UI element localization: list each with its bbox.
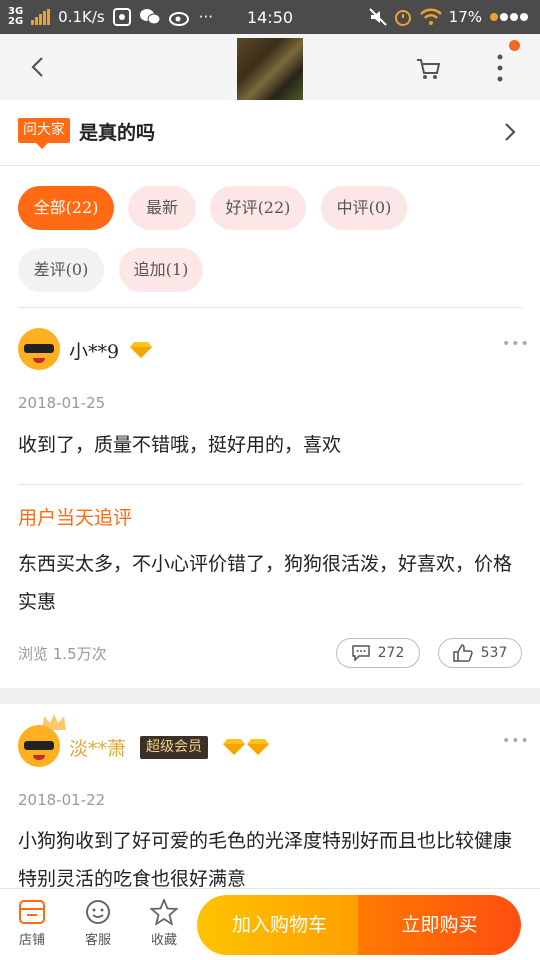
avatar[interactable] — [18, 328, 60, 370]
add-to-cart-button[interactable]: 加入购物车 — [197, 895, 362, 955]
top-nav — [0, 34, 540, 100]
store-icon — [19, 900, 45, 924]
network-label-2: 2G — [8, 16, 24, 27]
bottom-action-bar: 店铺 客服 收藏 加入购物车 立即购买 — [0, 888, 540, 960]
diamond-icon — [130, 342, 152, 358]
network-speed: 0.1K/s — [58, 8, 105, 26]
review-username[interactable]: 淡**萧 — [69, 734, 126, 761]
battery-percent: 17% — [448, 8, 482, 26]
store-label: 店铺 — [18, 933, 45, 948]
wifi-icon — [419, 8, 442, 25]
thumbs-up-icon — [452, 644, 473, 662]
filter-latest[interactable]: 最新 — [128, 186, 196, 230]
review-date: 2018-01-22 — [18, 791, 106, 809]
weibo-icon — [168, 12, 189, 26]
favorite-button[interactable]: 收藏 — [138, 889, 190, 948]
filter-negative[interactable]: 差评(0) — [18, 248, 104, 292]
wechat-icon — [139, 9, 161, 25]
filter-followup[interactable]: 追加(1) — [119, 248, 203, 292]
avatar[interactable] — [18, 725, 60, 767]
more-notifications-icon: ··· — [198, 8, 214, 26]
comment-count: 272 — [377, 645, 405, 661]
review-content: 小狗狗收到了好可爱的毛色的光泽度特别好而且也比较健康特别灵活的吃食也很好满意 — [18, 830, 513, 888]
battery-icon — [490, 13, 528, 21]
view-count: 浏览 1.5万次 — [18, 645, 107, 663]
alarm-icon — [394, 10, 411, 26]
service-button[interactable]: 客服 — [72, 889, 124, 948]
service-label: 客服 — [84, 933, 111, 948]
app-notification-icon — [112, 8, 131, 26]
filter-positive[interactable]: 好评(22) — [210, 186, 306, 230]
divider — [18, 484, 522, 485]
back-arrow-icon[interactable] — [26, 54, 52, 80]
more-menu-icon[interactable] — [490, 52, 510, 84]
filter-neutral[interactable]: 中评(0) — [321, 186, 407, 230]
ask-badge: 问大家 — [18, 118, 70, 149]
more-options-icon[interactable]: ••• — [502, 336, 530, 352]
followup-title: 用户当天追评 — [18, 507, 133, 529]
vip-badge: 超级会员 — [140, 736, 208, 759]
like-count: 537 — [480, 645, 508, 661]
cart-icon[interactable] — [414, 54, 442, 82]
favorite-label: 收藏 — [150, 933, 177, 948]
review-content: 收到了，质量不错哦，挺好用的，喜欢 — [18, 434, 342, 456]
diamond-icon — [223, 739, 269, 755]
signal-icon — [31, 9, 51, 25]
ask-question-row[interactable]: 问大家 是真的吗 — [0, 100, 540, 166]
product-thumbnail[interactable] — [237, 38, 303, 100]
customer-service-icon — [86, 900, 110, 924]
question-text: 是真的吗 — [79, 122, 156, 144]
review-date: 2018-01-25 — [18, 394, 106, 412]
notification-dot — [509, 40, 520, 51]
like-button[interactable]: 537 — [438, 638, 522, 668]
network-indicator: 3G 2G — [8, 7, 23, 27]
status-bar: 3G 2G 0.1K/s ··· 14:50 17% — [0, 0, 540, 34]
more-options-icon[interactable]: ••• — [502, 733, 530, 749]
buy-now-button[interactable]: 立即购买 — [358, 895, 521, 955]
store-button[interactable]: 店铺 — [6, 889, 58, 948]
star-icon — [150, 899, 178, 925]
mute-icon — [368, 8, 387, 26]
filter-all[interactable]: 全部(22) — [18, 186, 114, 230]
comment-icon — [351, 645, 370, 661]
followup-content: 东西买太多，不小心评价错了，狗狗很活泼，好喜欢，价格实惠 — [18, 553, 513, 613]
comment-button[interactable]: 272 — [336, 638, 420, 668]
review-username[interactable]: 小**9 — [69, 337, 119, 364]
chevron-right-icon — [505, 123, 516, 141]
divider — [18, 307, 522, 308]
section-separator — [0, 688, 540, 704]
